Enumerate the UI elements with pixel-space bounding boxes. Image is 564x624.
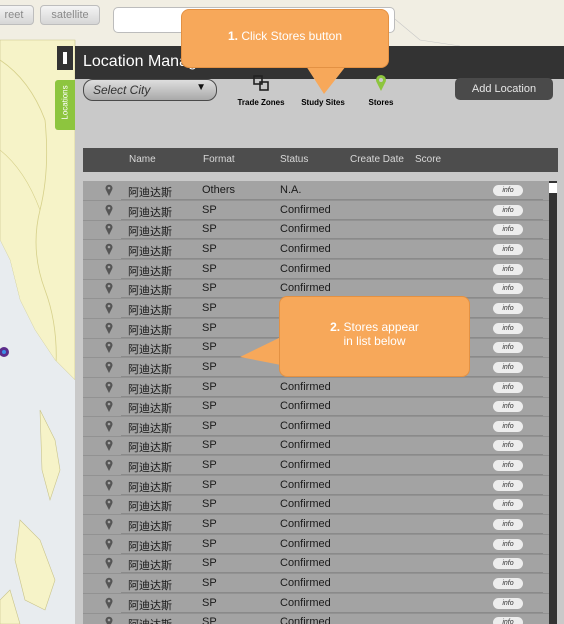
callout-2-number: 2. [330, 320, 341, 334]
callout-1-text: Click Stores button [241, 29, 343, 43]
callout-2-pointer [240, 337, 281, 365]
callout-2-line2: in list below [343, 334, 406, 348]
callout-1-pointer [306, 66, 346, 94]
callout-step-2: 2. Stores appear in list below [279, 296, 470, 377]
callout-step-1: 1. Click Stores button [181, 9, 389, 68]
callout-1-number: 1. [227, 29, 238, 43]
callout-2-line1: Stores appear [343, 320, 419, 334]
